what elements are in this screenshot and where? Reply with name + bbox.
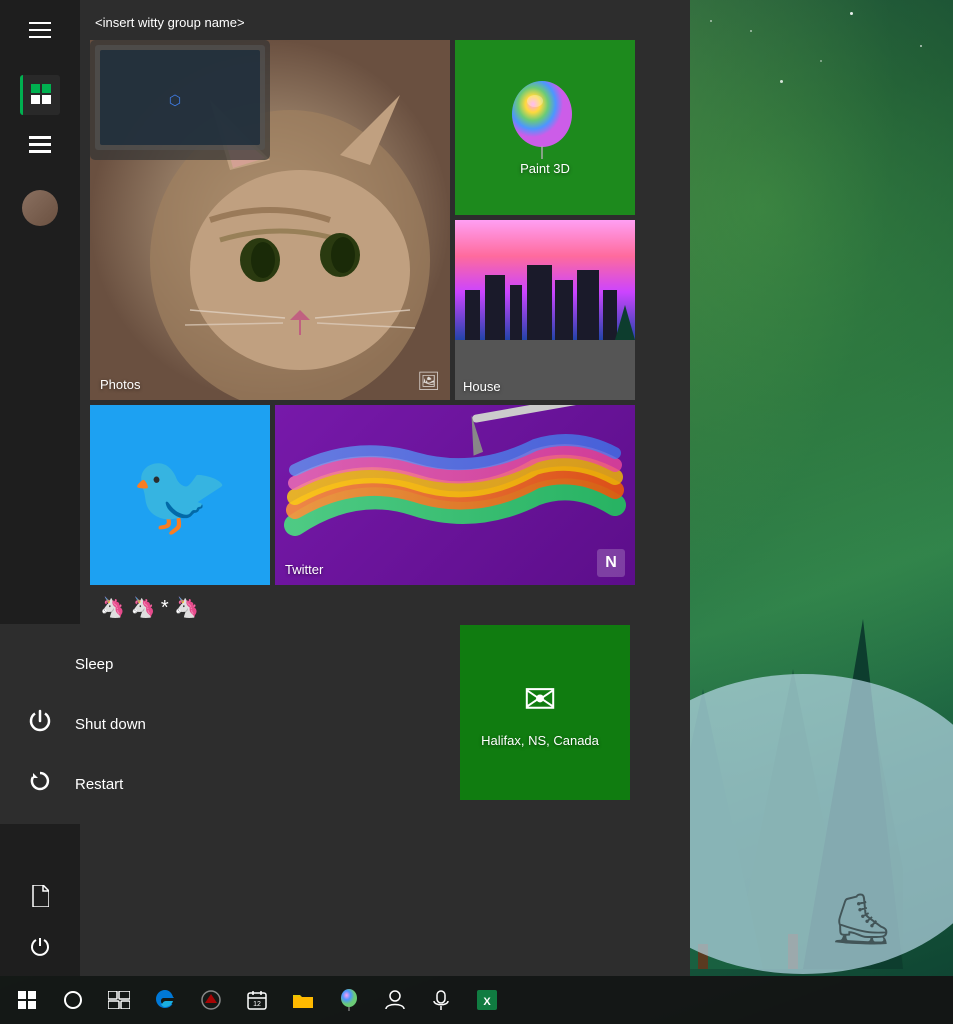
win-logo-pane-3 [18, 1001, 26, 1009]
tile-house[interactable]: House [455, 220, 635, 400]
onenote-bg: Twitter N [275, 405, 635, 585]
tiles-content: <insert witty group name> [80, 0, 690, 976]
group-name-label: <insert witty group name> [95, 15, 245, 30]
taskbar-people-button[interactable] [373, 978, 417, 1022]
power-icon [30, 936, 50, 956]
hamburger-line-3 [29, 36, 51, 38]
house-skyline-svg [455, 220, 635, 340]
svg-text:X: X [483, 996, 491, 1008]
skater: ⛸ [830, 890, 893, 949]
restart-icon [25, 769, 55, 799]
restart-label: Restart [75, 776, 123, 793]
start-menu: <insert witty group name> [0, 0, 690, 976]
win-logo-pane-2 [28, 991, 36, 999]
sidebar-bottom [20, 871, 60, 966]
paint3d-label: Paint 3D [520, 161, 570, 176]
win-logo-pane-1 [18, 991, 26, 999]
photos-photo-icon: 🖼 [417, 371, 440, 392]
sidebar-item-tiles[interactable] [20, 75, 60, 115]
taskbar: 12 [0, 976, 953, 1024]
mail-icon: ✉ [523, 677, 557, 723]
search-ring-icon [62, 989, 84, 1011]
people-icon [384, 989, 406, 1011]
right-column: Paint 3D [455, 40, 635, 400]
windows-logo [18, 991, 36, 1009]
folder-icon [292, 991, 314, 1009]
house-tile-bottom: House [455, 337, 635, 400]
sidebar [0, 0, 80, 976]
taskbar-taskview-button[interactable] [97, 978, 141, 1022]
sleep-button[interactable]: Sleep [0, 634, 460, 694]
tile-photos[interactable]: ⬡ 🖼 Photos [90, 40, 450, 400]
paint3d-balloon [510, 79, 580, 159]
taskbar-start-button[interactable] [5, 978, 49, 1022]
edge-icon [154, 989, 176, 1011]
sidebar-power-button[interactable] [20, 926, 60, 966]
tile-row-1: ⬡ 🖼 Photos [90, 40, 680, 400]
taskbar-search-button[interactable] [51, 978, 95, 1022]
microphone-icon [430, 989, 452, 1011]
sidebar-documents[interactable] [20, 876, 60, 916]
tiles-area: ⬡ 🖼 Photos [80, 40, 690, 976]
taskbar-balloon-icon [338, 989, 360, 1011]
hamburger-line-1 [29, 22, 51, 24]
balloon-svg [510, 79, 575, 159]
emoji-row: 🦄 🦄 * 🦄 [90, 590, 680, 625]
svg-text:⬡: ⬡ [169, 92, 181, 108]
power-off-icon [28, 709, 52, 733]
emoji-text: 🦄 🦄 * 🦄 [100, 597, 199, 619]
calendar-icon: 12 [247, 990, 267, 1010]
taskbar-paint3d-button[interactable] [327, 978, 371, 1022]
crescent-icon [28, 649, 52, 673]
sleep-icon [25, 649, 55, 679]
twitter-bird-icon: 🐦 [130, 448, 230, 542]
tile-onenote[interactable]: Twitter N [275, 405, 635, 585]
shutdown-button[interactable]: Shut down [0, 694, 460, 754]
cat-svg: ⬡ [90, 40, 450, 400]
power-menu: Sleep Shut down Restart [0, 624, 460, 824]
taskbar-fileexplorer-button[interactable] [281, 978, 325, 1022]
group-header: <insert witty group name> [80, 0, 690, 40]
onenote-icon-badge: N [597, 549, 625, 577]
tile-mail[interactable]: ✉ Halifax, NS, Canada [450, 625, 630, 800]
list-icon [29, 136, 51, 154]
tile-twitter[interactable]: 🐦 [90, 405, 270, 585]
user-avatar[interactable] [22, 190, 58, 226]
photos-label: Photos [100, 377, 140, 392]
svg-text:12: 12 [253, 1001, 261, 1008]
tile-paint3d[interactable]: Paint 3D [455, 40, 635, 215]
hamburger-button[interactable] [20, 10, 60, 50]
sleep-label: Sleep [75, 656, 113, 673]
photos-image: ⬡ [90, 40, 450, 400]
onenote-label: Twitter [285, 562, 323, 577]
document-icon [31, 885, 49, 907]
shutdown-label: Shut down [75, 716, 146, 733]
mail-label: Halifax, NS, Canada [481, 733, 599, 748]
house-image [455, 220, 635, 337]
onenote-svg [275, 405, 635, 585]
shutdown-icon [25, 709, 55, 739]
paint3d-inner: Paint 3D [455, 40, 635, 215]
tile-row-2: 🐦 [90, 405, 680, 585]
sidebar-item-allapps[interactable] [20, 125, 60, 165]
hamburger-line-2 [29, 29, 51, 31]
taskbar-radeon-button[interactable] [189, 978, 233, 1022]
taskbar-edge-button[interactable] [143, 978, 187, 1022]
taskbar-calendar-button[interactable]: 12 [235, 978, 279, 1022]
radeon-icon [200, 989, 222, 1011]
taskview-icon [108, 991, 130, 1009]
restart-button[interactable]: Restart [0, 754, 460, 814]
house-label: House [463, 379, 501, 394]
grid-icon [31, 84, 53, 106]
excel-icon: X [477, 990, 497, 1010]
win-logo-pane-4 [28, 1001, 36, 1009]
restart-svg-icon [28, 769, 52, 793]
taskbar-microphone-button[interactable] [419, 978, 463, 1022]
taskbar-excel-button[interactable]: X [465, 978, 509, 1022]
